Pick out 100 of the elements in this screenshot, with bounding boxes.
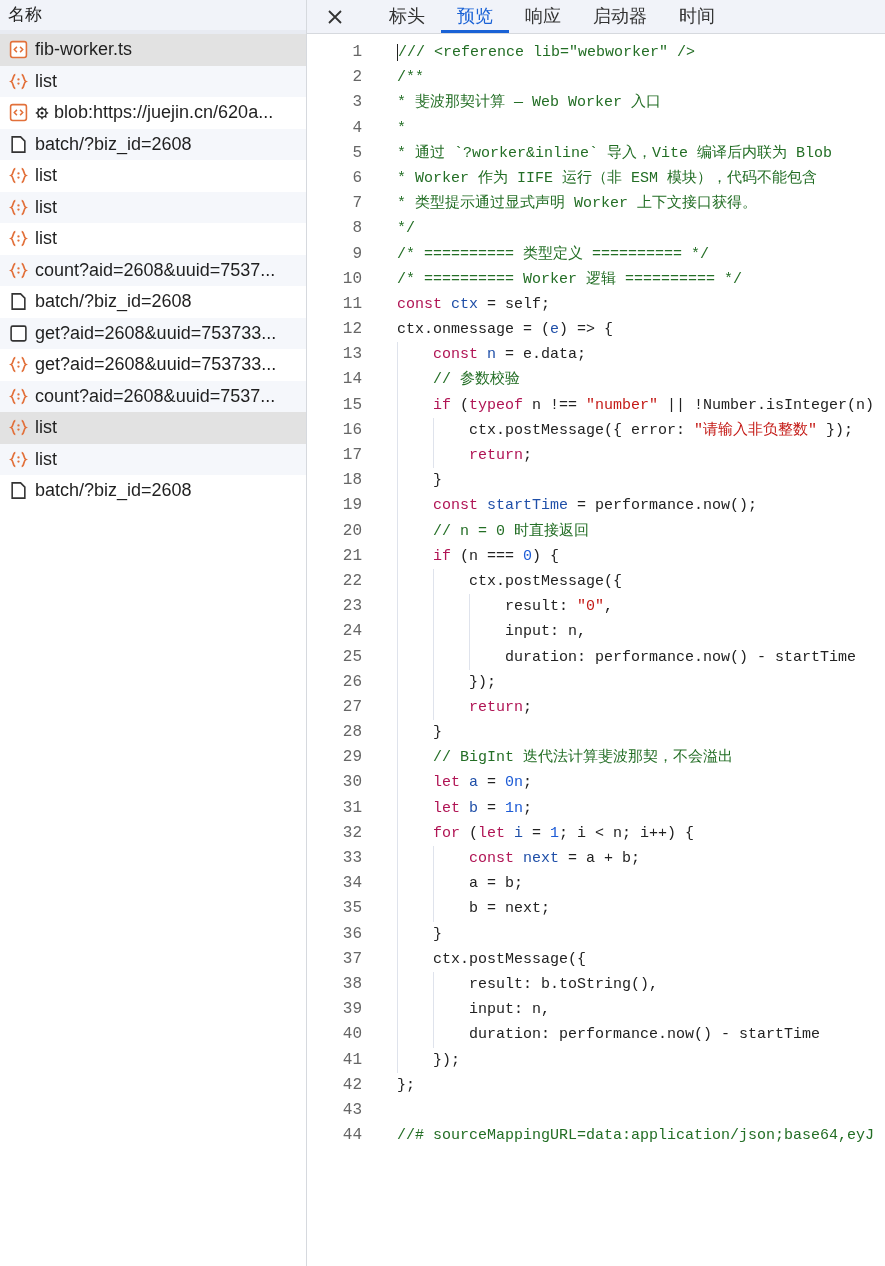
code-line: * 通过 `?worker&inline` 导入，Vite 编译后内联为 Blob bbox=[397, 144, 833, 162]
document-icon bbox=[9, 292, 28, 312]
code-line: return; bbox=[468, 447, 533, 464]
braces-icon bbox=[9, 386, 28, 406]
line-number: 7 bbox=[351, 193, 362, 215]
braces-icon bbox=[9, 449, 28, 469]
line-number: 3 bbox=[351, 92, 362, 114]
code-line: }); bbox=[468, 673, 497, 691]
request-row[interactable]: count?aid=2608&uuid=7537... bbox=[0, 380, 306, 412]
request-name: list bbox=[35, 165, 57, 187]
line-number: 9 bbox=[351, 243, 362, 265]
code-line: duration: performance.now() - startTime bbox=[468, 1026, 821, 1044]
line-number: 42 bbox=[341, 1074, 362, 1096]
code-line: }; bbox=[397, 1076, 415, 1094]
line-number: 8 bbox=[351, 218, 362, 240]
line-number: 17 bbox=[341, 445, 362, 466]
code-line: /** bbox=[397, 69, 424, 87]
request-name: batch/?biz_id=2608 bbox=[35, 291, 192, 313]
code-line: */ bbox=[397, 220, 415, 238]
line-number: 12 bbox=[341, 319, 362, 341]
request-name: count?aid=2608&uuid=7537... bbox=[35, 259, 276, 281]
request-name: blob:https://juejin.cn/620a... bbox=[54, 102, 274, 124]
request-name: fib-worker.ts bbox=[35, 39, 133, 61]
line-number: 34 bbox=[341, 873, 362, 895]
name-column-header[interactable]: 名称 bbox=[0, 0, 306, 34]
code-line: let b = 1n; bbox=[432, 799, 533, 817]
line-number: 13 bbox=[341, 344, 362, 366]
code-line: result: b.toString(), bbox=[468, 975, 659, 993]
code-line: a = b; bbox=[468, 875, 524, 893]
request-name: list bbox=[35, 196, 57, 218]
line-number: 43 bbox=[341, 1099, 362, 1121]
tab[interactable]: 时间 bbox=[663, 0, 731, 33]
line-number: 30 bbox=[341, 772, 362, 794]
request-row[interactable]: list bbox=[0, 191, 306, 223]
request-name: list bbox=[35, 228, 57, 250]
request-name: list bbox=[35, 70, 57, 92]
script-file-icon bbox=[9, 40, 28, 60]
line-number: 1 bbox=[351, 42, 362, 63]
line-number: 33 bbox=[341, 848, 362, 869]
code-line: input: n, bbox=[504, 623, 587, 641]
line-number: 31 bbox=[341, 797, 362, 819]
code-line: } bbox=[432, 925, 442, 943]
code-line: for (let i = 1; i < n; i++) { bbox=[432, 824, 695, 842]
line-number: 38 bbox=[341, 973, 362, 995]
blank-file-icon bbox=[9, 323, 28, 343]
code-line: b = next; bbox=[468, 900, 551, 918]
tab[interactable]: 响应 bbox=[509, 0, 577, 33]
braces-icon bbox=[9, 418, 28, 438]
request-name: list bbox=[35, 448, 57, 470]
line-number: 21 bbox=[341, 545, 362, 567]
line-number: 14 bbox=[341, 369, 362, 391]
request-row[interactable]: fib-worker.ts bbox=[0, 34, 306, 66]
tab[interactable]: 标头 bbox=[373, 0, 441, 33]
line-number: 44 bbox=[341, 1125, 362, 1147]
line-number: 11 bbox=[341, 293, 362, 315]
request-row[interactable]: list bbox=[0, 443, 306, 475]
document-icon bbox=[9, 134, 28, 154]
line-number: 23 bbox=[341, 596, 362, 618]
line-number: 37 bbox=[341, 948, 362, 970]
request-row[interactable]: batch/?biz_id=2608 bbox=[0, 128, 306, 160]
request-row[interactable]: get?aid=2608&uuid=753733... bbox=[0, 317, 306, 349]
line-number: 35 bbox=[341, 898, 362, 920]
tab[interactable]: 预览 bbox=[441, 0, 509, 33]
line-number: 27 bbox=[341, 696, 362, 718]
code-line: //# sourceMappingURL=data:application/json;base64,eyJ bbox=[397, 1127, 875, 1145]
braces-icon bbox=[9, 197, 28, 217]
request-name: get?aid=2608&uuid=753733... bbox=[35, 322, 277, 344]
request-name: list bbox=[35, 417, 57, 439]
close-icon[interactable] bbox=[327, 8, 343, 25]
line-number: 19 bbox=[341, 495, 362, 517]
code-line: const startTime = performance.now(); bbox=[432, 497, 758, 515]
line-number: 41 bbox=[341, 1049, 362, 1071]
line-number: 39 bbox=[341, 999, 362, 1021]
code-line: /// <reference lib="webworker" /> bbox=[398, 44, 696, 61]
code-line: duration: performance.now() - startTime bbox=[504, 648, 857, 666]
code-line: /* ========== Worker 逻辑 ========== */ bbox=[397, 270, 743, 288]
code-line: /* ========== 类型定义 ========== */ bbox=[397, 245, 710, 263]
request-row[interactable]: list bbox=[0, 412, 306, 444]
code-line: let a = 0n; bbox=[432, 774, 533, 792]
code-line: return; bbox=[468, 698, 533, 716]
code-line: }); bbox=[432, 1051, 460, 1069]
request-row[interactable]: count?aid=2608&uuid=7537... bbox=[0, 254, 306, 286]
line-number: 4 bbox=[351, 117, 362, 139]
request-name: count?aid=2608&uuid=7537... bbox=[35, 385, 276, 407]
code-line: if (typeof n !== "number" || !Number.isInteger(n) bbox=[432, 396, 875, 414]
code-line: // n = 0 时直接返回 bbox=[432, 522, 590, 540]
code-line: ctx.postMessage({ error: "请输入非负整数" }); bbox=[468, 421, 854, 439]
tab[interactable]: 启动器 bbox=[577, 0, 663, 33]
code-line: * 类型提示通过显式声明 Worker 上下文接口获得。 bbox=[397, 195, 757, 213]
code-line: ctx.postMessage({ bbox=[432, 950, 587, 968]
braces-icon bbox=[9, 229, 28, 249]
code-line: result: "0", bbox=[504, 598, 614, 616]
code-line: const ctx = self; bbox=[397, 295, 551, 313]
request-name: batch/?biz_id=2608 bbox=[35, 480, 192, 502]
line-number: 20 bbox=[341, 520, 362, 542]
code-line: const n = e.data; bbox=[432, 346, 587, 364]
code-line: if (n === 0) { bbox=[432, 547, 560, 565]
request-row[interactable]: list bbox=[0, 65, 306, 97]
line-number: 24 bbox=[341, 621, 362, 643]
line-number: 36 bbox=[341, 923, 362, 945]
